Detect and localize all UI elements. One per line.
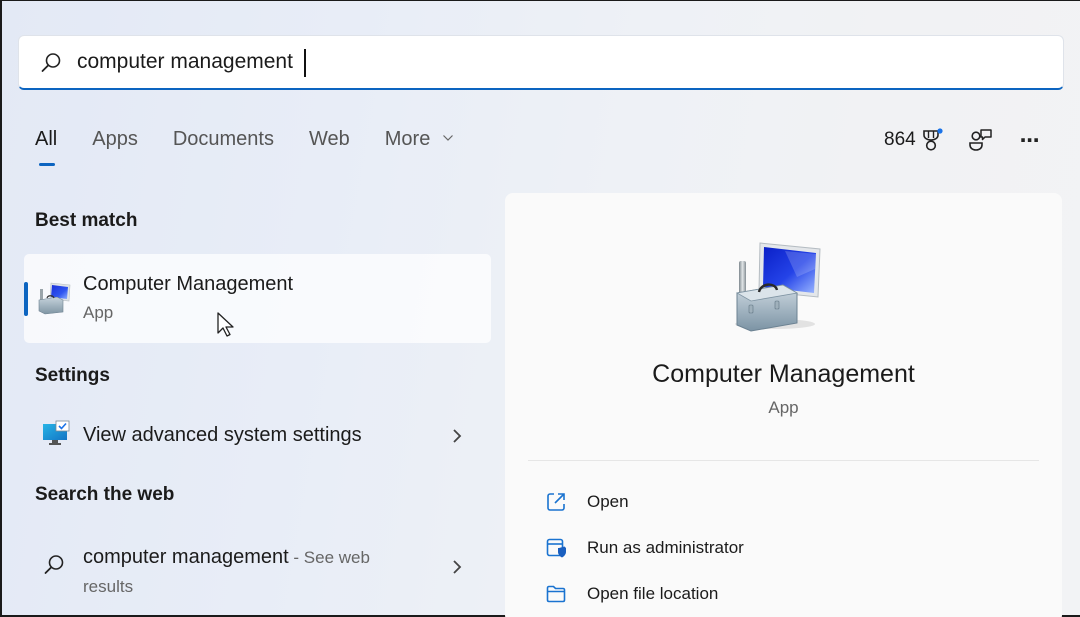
run-as-admin-action[interactable]: Run as administrator — [545, 533, 744, 563]
best-match-heading: Best match — [35, 210, 138, 231]
web-result-suffix-line2: results — [83, 577, 134, 596]
best-match-subtitle: App — [83, 303, 114, 322]
open-file-location-action[interactable]: Open file location — [545, 579, 718, 609]
computer-management-icon — [38, 282, 71, 315]
settings-result-advanced-system[interactable]: View advanced system settings — [24, 410, 491, 460]
search-input[interactable] — [77, 46, 1037, 78]
active-tab-indicator — [39, 163, 55, 166]
settings-result-label: View advanced system settings — [83, 424, 362, 446]
trophy-icon[interactable] — [920, 127, 944, 153]
tab-web-label: Web — [308, 128, 350, 150]
detail-title: Computer Management — [652, 360, 915, 388]
text-caret — [304, 49, 306, 77]
chevron-right-icon — [453, 560, 462, 574]
tab-more-label: More — [384, 128, 431, 150]
chevron-down-icon — [442, 135, 453, 141]
web-result-suffix: - See web — [288, 548, 370, 567]
web-result-text: computer management - See web results — [83, 543, 370, 601]
tab-web[interactable]: Web — [309, 128, 350, 151]
search-web-heading: Search the web — [35, 484, 175, 505]
web-result[interactable]: computer management - See web results — [24, 535, 491, 597]
best-match-result[interactable]: Computer Management App — [24, 254, 491, 343]
chevron-right-icon — [453, 429, 462, 443]
tab-documents-label: Documents — [172, 128, 274, 150]
open-external-icon — [547, 493, 565, 511]
tab-all-label: All — [35, 128, 58, 150]
open-file-location-label: Open file location — [587, 584, 719, 603]
open-action-label: Open — [587, 492, 629, 511]
tab-apps[interactable]: Apps — [92, 128, 138, 151]
divider — [528, 460, 1039, 461]
chat-person-icon[interactable] — [968, 128, 994, 152]
selection-indicator — [24, 282, 28, 316]
folder-icon — [546, 585, 566, 603]
monitor-check-icon — [43, 420, 70, 445]
mouse-pointer-icon — [217, 312, 234, 337]
header-tools: 864 ⋯ — [884, 124, 1040, 156]
tab-more[interactable]: More — [385, 128, 454, 151]
open-action[interactable]: Open — [545, 487, 629, 517]
detail-pane: Computer Management App Open Run as admi… — [505, 193, 1062, 617]
filter-tabs: All Apps Documents Web More — [35, 128, 489, 166]
tab-documents[interactable]: Documents — [173, 128, 274, 151]
run-as-admin-shield-icon — [546, 538, 566, 558]
search-icon — [44, 555, 64, 574]
detail-subtitle: App — [768, 398, 799, 417]
best-match-title: Computer Management — [83, 273, 294, 295]
run-as-admin-label: Run as administrator — [587, 538, 744, 557]
web-result-query: computer management — [83, 546, 289, 568]
tab-apps-label: Apps — [92, 128, 138, 150]
search-icon — [41, 53, 61, 72]
search-box[interactable] — [18, 35, 1064, 90]
tab-all[interactable]: All — [35, 128, 58, 166]
settings-heading: Settings — [35, 365, 110, 386]
computer-management-icon — [735, 242, 821, 332]
more-options-icon[interactable]: ⋯ — [1020, 128, 1040, 153]
rewards-points[interactable]: 864 — [884, 129, 916, 151]
